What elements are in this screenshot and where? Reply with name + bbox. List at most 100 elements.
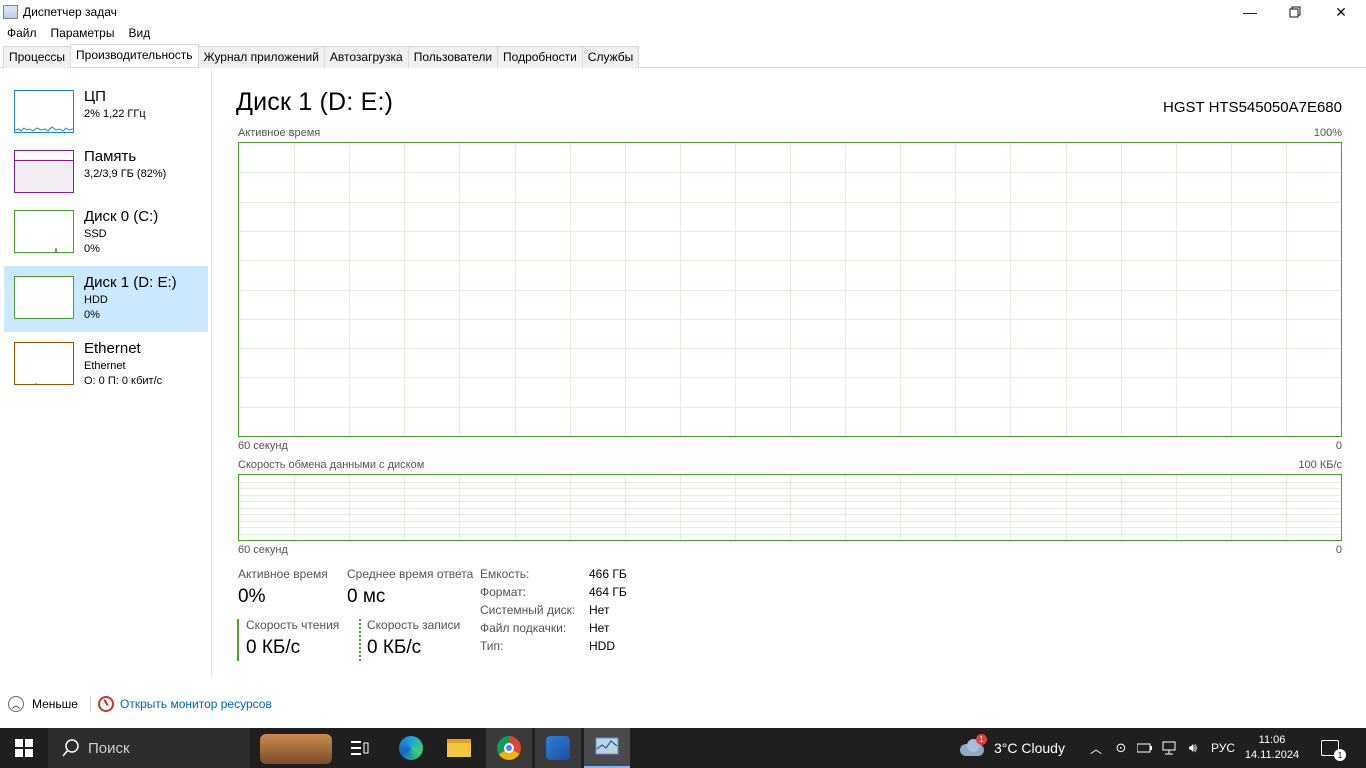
info-capacity-value: 466 ГБ — [589, 567, 627, 581]
chart1-max: 100% — [1313, 127, 1342, 139]
write-speed-value: 0 КБ/с — [367, 637, 422, 658]
device-detail-line1: 3,2/3,9 ГБ (82%) — [84, 168, 167, 180]
menu-view[interactable]: Вид — [121, 24, 157, 44]
search-icon — [62, 739, 79, 757]
volume-icon[interactable]: 🔊︎ — [1182, 728, 1204, 768]
info-format-key: Формат: — [480, 585, 526, 599]
device-detail-line1: 2% 1,22 ГГц — [84, 108, 146, 120]
device-list: ЦП 2% 1,22 ГГц Память 3,2/3,9 ГБ (82%) Д… — [0, 68, 212, 678]
fewer-details-link[interactable]: ︿ Меньше — [8, 696, 78, 712]
show-hidden-icons[interactable]: ︿ — [1086, 728, 1106, 768]
taskbar: Поиск 1 3°C Cloudy ︿ ⊙ 🔊︎ РУС 11:06 14.1… — [0, 728, 1366, 768]
windows-icon — [15, 739, 33, 757]
notification-count: 1 — [1334, 749, 1346, 761]
bottom-divider — [90, 697, 91, 711]
read-speed-label: Скорость чтения — [246, 618, 340, 632]
search-highlight-image — [260, 734, 332, 764]
info-capacity-key: Емкость: — [480, 567, 530, 581]
info-type-value: HDD — [589, 639, 615, 653]
language-indicator[interactable]: РУС — [1206, 728, 1240, 768]
device-cpu[interactable]: ЦП 2% 1,22 ГГц — [4, 88, 208, 154]
device-detail-line2: О: 0 П: 0 кбит/с — [84, 375, 163, 387]
clock[interactable]: 11:06 14.11.2024 — [1240, 728, 1304, 768]
device-name: ЦП — [84, 88, 106, 105]
app-button[interactable] — [535, 728, 581, 768]
menu-options[interactable]: Параметры — [44, 24, 122, 44]
chart1-time: 60 секунд — [238, 440, 288, 452]
chart2-min: 0 — [1335, 544, 1342, 556]
task-view-button[interactable] — [340, 728, 380, 768]
response-time-label: Среднее время ответа — [347, 567, 474, 581]
tab-strip: Процессы Производительность Журнал прило… — [3, 44, 640, 68]
taskbar-search[interactable]: Поиск — [48, 728, 332, 768]
chevron-up-icon: ︿ — [8, 696, 24, 712]
tab-startup[interactable]: Автозагрузка — [323, 46, 409, 68]
notification-icon: 1 — [1321, 740, 1346, 761]
device-disk0[interactable]: Диск 0 (C:) SSD 0% — [4, 208, 208, 274]
transfer-rate-chart — [238, 474, 1342, 541]
read-speed-value: 0 КБ/с — [246, 637, 301, 658]
read-speed-marker — [237, 619, 239, 661]
memory-thumbnail — [14, 150, 74, 193]
battery-icon[interactable] — [1134, 728, 1156, 768]
start-button[interactable] — [0, 728, 48, 768]
chrome-button[interactable] — [486, 728, 532, 768]
chart1-label: Активное время — [238, 127, 321, 139]
maximize-button[interactable] — [1272, 0, 1318, 24]
chrome-icon — [497, 736, 521, 760]
tab-services[interactable]: Службы — [581, 46, 640, 68]
tab-performance[interactable]: Производительность — [70, 44, 199, 67]
info-pagefile-key: Файл подкачки: — [480, 621, 567, 635]
device-memory[interactable]: Память 3,2/3,9 ГБ (82%) — [4, 148, 208, 214]
device-name: Ethernet — [84, 340, 141, 357]
device-disk1[interactable]: Диск 1 (D: E:) HDD 0% — [4, 266, 208, 332]
device-ethernet[interactable]: Ethernet Ethernet О: 0 П: 0 кбит/с — [4, 340, 208, 406]
task-manager-taskbar-button[interactable] — [584, 728, 630, 768]
device-detail: HDD 0% — [84, 293, 108, 323]
device-name: Диск 1 (D: E:) — [84, 274, 177, 291]
device-detail-line1: Ethernet — [84, 360, 126, 372]
tab-details[interactable]: Подробности — [497, 46, 583, 68]
info-pagefile-value: Нет — [589, 621, 610, 635]
tab-users[interactable]: Пользователи — [407, 46, 499, 68]
device-detail-line2: 0% — [84, 243, 100, 255]
fewer-details-label: Меньше — [32, 697, 78, 711]
task-manager-icon — [595, 737, 619, 755]
device-detail: 2% 1,22 ГГц — [84, 107, 146, 122]
close-button[interactable]: ✕ — [1318, 0, 1364, 24]
edge-icon — [399, 736, 423, 760]
search-placeholder: Поиск — [88, 739, 130, 757]
active-time-value: 0% — [238, 586, 266, 607]
notifications-button[interactable]: 1 — [1310, 728, 1350, 768]
info-type-key: Тип: — [480, 639, 504, 653]
meet-now-icon[interactable]: ⊙ — [1110, 728, 1132, 768]
folder-icon — [447, 739, 471, 757]
clock-date: 14.11.2024 — [1244, 749, 1300, 761]
cpu-thumbnail — [14, 90, 74, 133]
open-resource-monitor-link[interactable]: Открыть монитор ресурсов — [98, 696, 272, 712]
weather-widget[interactable]: 1 3°C Cloudy — [950, 728, 1080, 768]
file-explorer-button[interactable] — [438, 728, 480, 768]
device-name: Память — [84, 148, 137, 165]
disk-model: HGST HTS545050A7E680 — [1163, 99, 1342, 116]
edge-button[interactable] — [390, 728, 432, 768]
network-icon[interactable] — [1158, 728, 1180, 768]
device-detail: SSD 0% — [84, 227, 107, 257]
tab-processes[interactable]: Процессы — [3, 46, 72, 68]
active-time-label: Активное время — [238, 567, 328, 581]
info-system-disk-key: Системный диск: — [480, 603, 576, 617]
chart2-label: Скорость обмена данными с диском — [238, 459, 425, 471]
task-manager-icon — [3, 5, 18, 19]
minimize-button[interactable]: — — [1227, 0, 1273, 24]
write-speed-label: Скорость записи — [367, 618, 461, 632]
disk0-thumbnail — [14, 210, 74, 253]
menu-file[interactable]: Файл — [0, 24, 44, 44]
tab-app-history[interactable]: Журнал приложений — [197, 46, 325, 68]
device-detail-line2: 0% — [84, 309, 100, 321]
transfer-rate-grid — [239, 475, 1341, 540]
write-speed-marker — [359, 619, 361, 661]
cloud-icon: 1 — [960, 734, 987, 758]
weather-alert-badge: 1 — [976, 734, 987, 745]
title-bar: Диспетчер задач — ✕ — [0, 0, 1366, 24]
device-detail-line1: HDD — [84, 294, 108, 306]
